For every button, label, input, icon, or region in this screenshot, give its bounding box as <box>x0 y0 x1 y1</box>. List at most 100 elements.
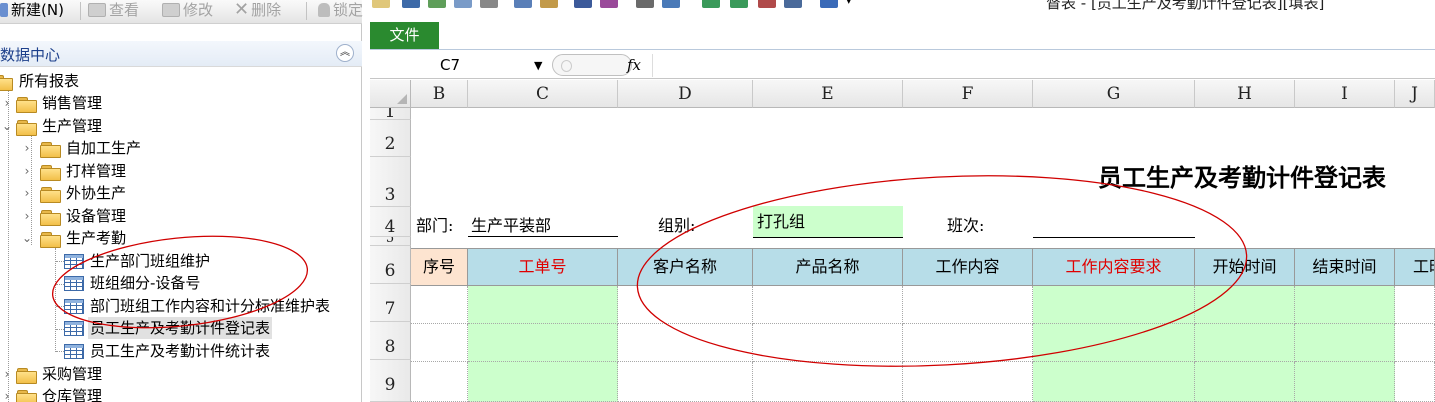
chevron-right-icon[interactable]: › <box>20 205 34 227</box>
chevron-right-icon[interactable]: › <box>20 182 34 204</box>
table-cell[interactable] <box>753 324 903 362</box>
table-cell[interactable] <box>903 286 1033 324</box>
column-header-e[interactable]: E <box>753 80 903 108</box>
table-cell[interactable] <box>753 286 903 324</box>
formula-edit-icon[interactable] <box>600 0 618 8</box>
formula-icon[interactable] <box>574 0 592 8</box>
list-icon[interactable] <box>758 0 776 8</box>
file-tab[interactable]: 文件 <box>370 22 439 49</box>
preview-icon[interactable] <box>454 0 472 8</box>
dept-value[interactable]: 生产平装部 <box>471 212 551 236</box>
chevron-right-icon[interactable]: › <box>0 385 14 402</box>
tree-guide <box>56 261 64 262</box>
folder-open-icon <box>0 75 13 91</box>
paste-icon[interactable] <box>540 0 558 8</box>
row-header-5[interactable]: 5 <box>370 237 411 246</box>
copy-icon[interactable] <box>514 0 532 8</box>
table-cell[interactable] <box>618 286 753 324</box>
export-icon[interactable] <box>428 0 446 8</box>
table-cell[interactable] <box>1395 324 1435 362</box>
quick-access-toolbar: ▾ 督表 - [员工生产及考勤计件登记表][填表] <box>370 0 1435 20</box>
new-button[interactable]: 新建(N) <box>0 0 64 22</box>
chevron-down-icon[interactable]: ⌄ <box>0 115 14 137</box>
columns-icon[interactable] <box>784 0 802 8</box>
chart-icon[interactable] <box>662 0 680 8</box>
table-cell[interactable] <box>753 362 903 402</box>
column-header-g[interactable]: G <box>1033 80 1195 108</box>
table-cell[interactable] <box>1395 362 1435 402</box>
delete-button[interactable]: ✕ 删除 <box>234 0 281 22</box>
row-header-9[interactable]: 9 <box>370 360 411 402</box>
table-cell[interactable] <box>1295 286 1395 324</box>
chevron-right-icon[interactable]: › <box>20 160 34 182</box>
table-cell[interactable] <box>1195 286 1295 324</box>
column-header-b[interactable]: B <box>411 80 468 108</box>
view-icon <box>88 3 106 17</box>
table-cell[interactable] <box>903 324 1033 362</box>
table-cell[interactable] <box>1033 362 1195 402</box>
row-header-6[interactable]: 6 <box>370 246 411 284</box>
table-cell[interactable] <box>618 324 753 362</box>
column-header-f[interactable]: F <box>903 80 1033 108</box>
data-icon[interactable] <box>636 0 654 8</box>
align-right-icon[interactable] <box>730 0 748 8</box>
fx-icon[interactable]: fx <box>627 52 641 79</box>
folder-icon <box>16 368 37 384</box>
chevron-right-icon[interactable]: › <box>20 137 34 159</box>
panel-header: 数据中心 ︽ <box>0 41 362 67</box>
column-header-h[interactable]: H <box>1195 80 1295 108</box>
toolbar-divider <box>80 2 81 20</box>
dropdown-arrow-icon[interactable]: ▼ <box>534 54 542 77</box>
left-toolbar: 新建(N) 查看 修改 ✕ 删除 锁定 <box>0 0 363 24</box>
chevron-down-icon[interactable]: ⌄ <box>20 227 34 249</box>
table-cell[interactable] <box>468 324 618 362</box>
lock-button[interactable]: 锁定 <box>318 0 363 22</box>
row-header-8[interactable]: 8 <box>370 322 411 360</box>
row-header-3[interactable]: 3 <box>370 157 411 207</box>
group-value[interactable]: 打孔组 <box>753 206 903 237</box>
table-cell[interactable] <box>1195 324 1295 362</box>
table-cell[interactable] <box>1195 362 1295 402</box>
shift-label: 班次: <box>947 216 985 235</box>
dropdown-icon[interactable]: ▾ <box>846 0 852 7</box>
table-cell[interactable] <box>1033 286 1195 324</box>
table-cell[interactable] <box>1395 286 1435 324</box>
modify-button[interactable]: 修改 <box>162 0 213 22</box>
table-cell[interactable] <box>411 286 468 324</box>
table-cell[interactable] <box>618 362 753 402</box>
window-icon[interactable] <box>820 0 838 8</box>
table-cell[interactable] <box>903 362 1033 402</box>
formula-input[interactable] <box>652 54 1435 77</box>
group-underline <box>753 237 903 238</box>
align-left-icon[interactable] <box>702 0 720 8</box>
open-icon[interactable] <box>372 0 390 8</box>
row-header-2[interactable]: 2 <box>370 120 411 157</box>
formula-bar: C7 ▼ fx <box>370 52 1435 79</box>
table-cell[interactable] <box>1295 324 1395 362</box>
view-button[interactable]: 查看 <box>88 0 139 22</box>
table-cell[interactable] <box>411 324 468 362</box>
column-header-i[interactable]: I <box>1295 80 1395 108</box>
column-header-j[interactable]: J <box>1395 80 1435 108</box>
chevron-right-icon[interactable]: › <box>0 363 14 385</box>
row-header-4[interactable]: 4 <box>370 207 411 237</box>
double-chevron-up-icon[interactable]: ︽ <box>336 44 354 62</box>
row-header-1[interactable]: 1 <box>370 108 411 120</box>
chevron-right-icon[interactable]: › <box>0 92 14 114</box>
formula-controls[interactable] <box>552 54 632 76</box>
table-cell[interactable] <box>1295 362 1395 402</box>
print-icon[interactable] <box>480 0 498 8</box>
window-title: 督表 - [员工生产及考勤计件登记表][填表] <box>1046 0 1325 12</box>
column-header-c[interactable]: C <box>468 80 618 108</box>
table-cell[interactable] <box>411 362 468 402</box>
table-cell[interactable] <box>1033 324 1195 362</box>
new-icon <box>0 3 8 17</box>
row-header-7[interactable]: 7 <box>370 284 411 322</box>
sheet-grid: B C D E F G H I J 1 2 3 4 5 6 7 8 9 员工生产… <box>370 80 1435 402</box>
save-icon[interactable] <box>402 0 420 8</box>
table-cell[interactable] <box>468 362 618 402</box>
column-header-d[interactable]: D <box>618 80 753 108</box>
name-box[interactable]: C7 <box>370 54 550 77</box>
select-all-corner[interactable] <box>370 80 411 108</box>
table-cell[interactable] <box>468 286 618 324</box>
